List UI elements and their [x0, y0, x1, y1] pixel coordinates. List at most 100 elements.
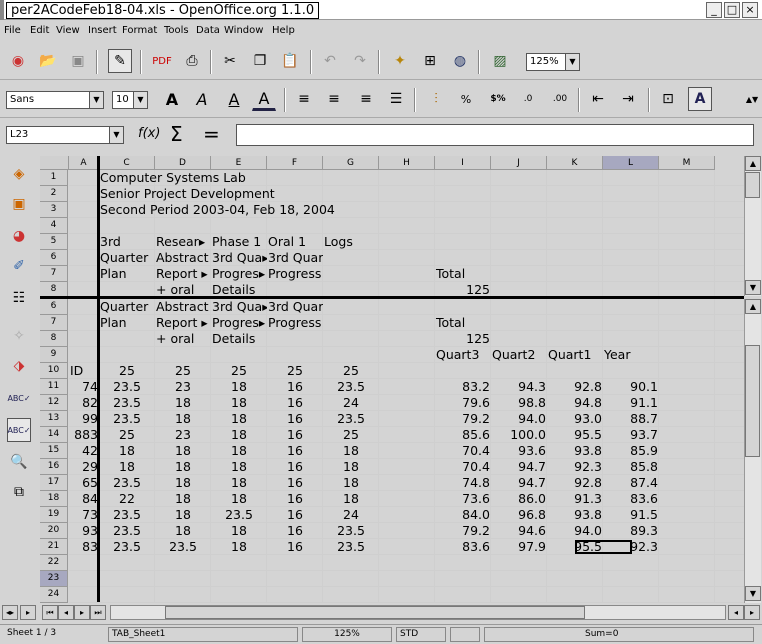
cell-i18[interactable]: 73.6: [435, 491, 491, 507]
cell-g5[interactable]: Logs: [323, 234, 379, 250]
cell-i7[interactable]: Total: [435, 315, 491, 331]
menu-tools[interactable]: Tools: [164, 25, 189, 36]
column-header-l[interactable]: L: [603, 156, 659, 170]
paste-icon[interactable]: 📋: [278, 49, 302, 73]
cell-d7[interactable]: Report ▸: [155, 315, 211, 331]
cell-a11[interactable]: 74: [69, 379, 99, 395]
cell-l20[interactable]: 89.3: [603, 523, 659, 539]
cell-k20[interactable]: 94.0: [547, 523, 603, 539]
cell-i21[interactable]: 83.6: [435, 539, 491, 555]
form-functions-icon[interactable]: ☷: [7, 286, 31, 310]
menu-file[interactable]: File: [4, 25, 21, 36]
row-header[interactable]: 7: [40, 266, 68, 282]
cell-a10[interactable]: ID: [69, 363, 99, 379]
cell-c5[interactable]: 3rd: [99, 234, 155, 250]
cell-g15[interactable]: 18: [323, 443, 379, 459]
next-sheet-icon[interactable]: ▸: [74, 605, 90, 620]
row-header[interactable]: 3: [40, 202, 68, 218]
cell-g19[interactable]: 24: [323, 507, 379, 523]
cell-a18[interactable]: 84: [69, 491, 99, 507]
data-sources-icon[interactable]: ◍: [448, 49, 472, 73]
bottom-scroll-thumb[interactable]: [745, 345, 760, 457]
column-header-d[interactable]: D: [155, 156, 211, 170]
cell-i15[interactable]: 70.4: [435, 443, 491, 459]
increase-indent-icon[interactable]: ⇥: [616, 87, 640, 111]
cell-c3[interactable]: Second Period 2003-04, Feb 18, 2004: [99, 202, 399, 218]
cell-g20[interactable]: 23.5: [323, 523, 379, 539]
cell-l12[interactable]: 91.1: [603, 395, 659, 411]
menu-insert[interactable]: Insert: [88, 25, 117, 36]
row-header[interactable]: 12: [40, 395, 68, 411]
font-color-icon[interactable]: A: [252, 87, 276, 111]
cell-l13[interactable]: 88.7: [603, 411, 659, 427]
cell-i14[interactable]: 85.6: [435, 427, 491, 443]
cell-i19[interactable]: 84.0: [435, 507, 491, 523]
cell-f13[interactable]: 16: [267, 411, 323, 427]
cell-g14[interactable]: 25: [323, 427, 379, 443]
selected-cell-cursor[interactable]: [575, 540, 632, 554]
status-zoom[interactable]: 125%: [302, 627, 392, 642]
cell-f6[interactable]: 3rd Quart: [267, 250, 323, 266]
menu-help[interactable]: Help: [272, 25, 295, 36]
cell-e18[interactable]: 18: [211, 491, 267, 507]
cell-e7[interactable]: Progres▸: [211, 315, 267, 331]
align-left-icon[interactable]: ≡: [292, 87, 316, 111]
chart-icon[interactable]: ◕: [7, 224, 31, 248]
currency-format-icon[interactable]: $%: [486, 87, 510, 111]
row-header[interactable]: 10: [40, 363, 68, 379]
cell-d17[interactable]: 18: [155, 475, 211, 491]
bold-icon[interactable]: A: [160, 87, 184, 111]
cell-e8[interactable]: Details: [211, 331, 267, 347]
cell-j14[interactable]: 100.0: [491, 427, 547, 443]
column-header-a[interactable]: A: [69, 156, 99, 170]
export-pdf-icon[interactable]: PDF: [150, 49, 174, 73]
cell-l17[interactable]: 87.4: [603, 475, 659, 491]
cell-d7[interactable]: Report ▸: [155, 266, 211, 282]
formula-input[interactable]: [236, 124, 754, 146]
cell-f10[interactable]: 25: [267, 363, 323, 379]
cell-e16[interactable]: 18: [211, 459, 267, 475]
cell-d19[interactable]: 18: [155, 507, 211, 523]
cell-i7[interactable]: Total: [435, 266, 491, 282]
cell-d20[interactable]: 18: [155, 523, 211, 539]
cell-c7[interactable]: Plan: [99, 266, 155, 282]
add-decimal-icon[interactable]: .0: [516, 87, 540, 111]
column-header-g[interactable]: G: [323, 156, 379, 170]
cell-j19[interactable]: 96.8: [491, 507, 547, 523]
cell-d15[interactable]: 18: [155, 443, 211, 459]
draw-functions-icon[interactable]: ✐: [7, 254, 31, 278]
cell-d12[interactable]: 18: [155, 395, 211, 411]
cell-e15[interactable]: 18: [211, 443, 267, 459]
cell-k13[interactable]: 93.0: [547, 411, 603, 427]
cell-c17[interactable]: 23.5: [99, 475, 155, 491]
zoom-icon[interactable]: ⧉: [7, 480, 31, 504]
cell-g13[interactable]: 23.5: [323, 411, 379, 427]
menu-data[interactable]: Data: [196, 25, 220, 36]
cell-c16[interactable]: 18: [99, 459, 155, 475]
first-sheet-icon[interactable]: ⏮: [42, 605, 58, 620]
row-header[interactable]: 20: [40, 523, 68, 539]
insert-mode[interactable]: STD: [396, 627, 446, 642]
cell-f16[interactable]: 16: [267, 459, 323, 475]
cell-j9[interactable]: Quart2: [491, 347, 547, 363]
row-header[interactable]: 2: [40, 186, 68, 202]
vertical-split-line[interactable]: [97, 156, 100, 602]
cell-f7[interactable]: Progress: [267, 315, 323, 331]
cell-d18[interactable]: 18: [155, 491, 211, 507]
row-header[interactable]: 5: [40, 234, 68, 250]
cell-d14[interactable]: 23: [155, 427, 211, 443]
cell-l18[interactable]: 83.6: [603, 491, 659, 507]
scroll-right-icon[interactable]: ▸: [744, 605, 760, 620]
cell-c13[interactable]: 23.5: [99, 411, 155, 427]
autopilot-icon[interactable]: ✧: [7, 324, 31, 348]
cell-k19[interactable]: 93.8: [547, 507, 603, 523]
row-header[interactable]: 7: [40, 315, 68, 331]
cell-a12[interactable]: 82: [69, 395, 99, 411]
row-header[interactable]: 14: [40, 427, 68, 443]
undo-icon[interactable]: ↶: [318, 49, 342, 73]
cell-l19[interactable]: 91.5: [603, 507, 659, 523]
cell-a20[interactable]: 93: [69, 523, 99, 539]
insert-image-icon[interactable]: ▨: [488, 49, 512, 73]
merge-cells-icon[interactable]: ⫶: [424, 87, 448, 111]
delete-decimal-icon[interactable]: .00: [548, 87, 572, 111]
